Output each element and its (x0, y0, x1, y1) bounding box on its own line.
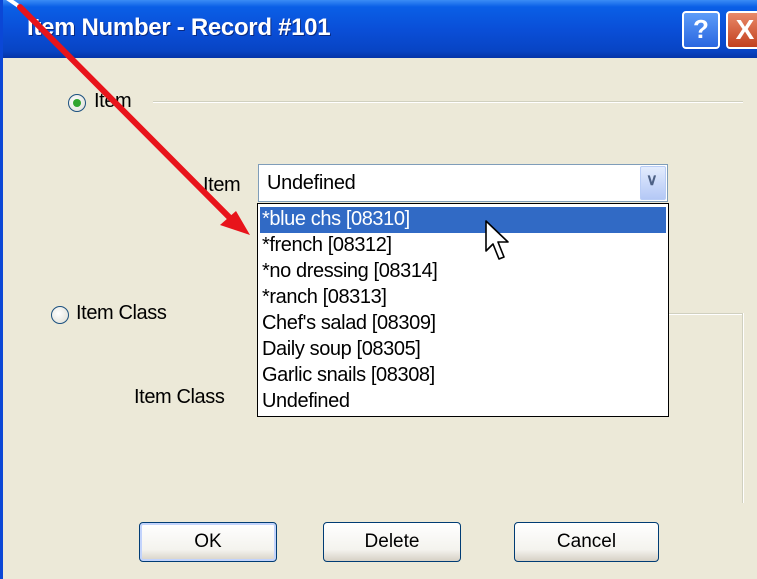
list-item[interactable]: Undefined (260, 389, 666, 415)
item-class-radio-label[interactable]: Item Class (76, 302, 167, 325)
delete-button[interactable]: Delete (323, 522, 461, 562)
list-item[interactable]: *no dressing [08314] (260, 259, 666, 285)
list-item[interactable]: Daily soup [08305] (260, 337, 666, 363)
list-item[interactable]: *french [08312] (260, 233, 666, 259)
close-icon: X (735, 14, 755, 45)
item-radio[interactable] (68, 94, 86, 112)
ok-button[interactable]: OK (139, 522, 277, 562)
title-bar[interactable]: Item Number - Record #101 ? X (3, 0, 757, 58)
help-icon: ? (693, 14, 709, 44)
item-class-radio[interactable] (51, 306, 69, 324)
item-combobox-value: Undefined (267, 172, 356, 194)
item-class-group-edge (742, 313, 744, 503)
item-group-line (153, 101, 743, 103)
mouse-pointer-icon (485, 220, 509, 260)
item-field-label: Item (203, 174, 241, 196)
item-number-dialog: Item Number - Record #101 ? X Item Item … (0, 0, 757, 579)
help-button[interactable]: ? (682, 11, 720, 49)
list-item[interactable]: *blue chs [08310] (260, 207, 666, 233)
item-class-group-line (669, 313, 743, 315)
radio-selected-dot (73, 99, 81, 107)
item-radio-label[interactable]: Item (94, 90, 132, 113)
list-item[interactable]: Chef's salad [08309] (260, 311, 666, 337)
cancel-button[interactable]: Cancel (514, 522, 659, 562)
item-dropdown-list[interactable]: *blue chs [08310] *french [08312] *no dr… (257, 203, 669, 417)
item-class-field-label: Item Class (134, 386, 225, 408)
list-item[interactable]: *ranch [08313] (260, 285, 666, 311)
window-title: Item Number - Record #101 (27, 14, 331, 41)
chevron-down-icon: ∨ (646, 172, 658, 189)
item-combobox[interactable]: Undefined ∨ (258, 164, 668, 202)
item-dropdown-button[interactable]: ∨ (640, 166, 666, 200)
list-item[interactable]: Garlic snails [08308] (260, 363, 666, 389)
close-button[interactable]: X (726, 11, 757, 49)
